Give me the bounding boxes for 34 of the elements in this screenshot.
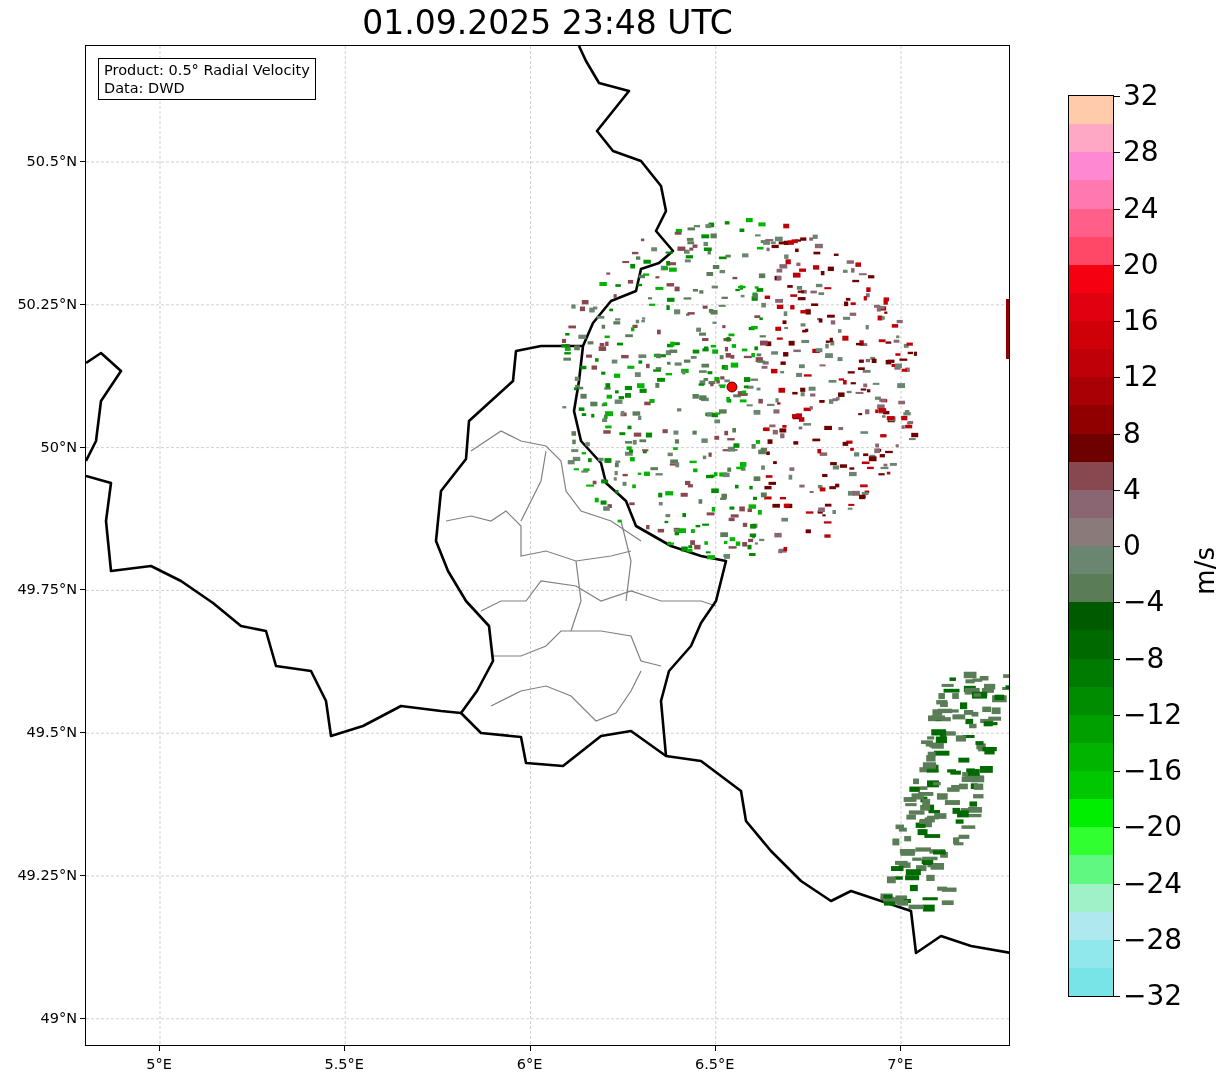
colorbar-tick-label: 8	[1123, 418, 1141, 449]
legend-text: Product: 0.5° Radial Velocity	[104, 61, 310, 79]
colorbar-tick-label: −24	[1123, 868, 1183, 899]
colorbar-tick-label: 20	[1123, 249, 1159, 280]
latitude-label: 50°N	[40, 438, 77, 455]
colorbar-tick-label: 12	[1123, 362, 1159, 393]
longitude-label: 5.5°E	[324, 1055, 364, 1074]
colorbar-tick-label: −16	[1123, 756, 1183, 786]
colorbar-tick-label: 0	[1123, 531, 1141, 561]
colorbar-tick-label: −8	[1123, 643, 1165, 674]
longitude-label: 5°E	[146, 1055, 172, 1074]
colorbar-tick-label: 24	[1123, 193, 1159, 224]
colorbar-tick-label: 4	[1123, 474, 1141, 505]
latitude-label: 49°N	[40, 1009, 77, 1026]
colorbar-tick-label: 16	[1123, 306, 1159, 336]
radar-site-marker	[726, 381, 738, 393]
legend-text: Data: DWD	[104, 79, 186, 97]
latitude-label: 50.5°N	[26, 153, 77, 169]
colorbar-tick-label: 28	[1123, 137, 1159, 168]
colorbar-tick-label: 32	[1123, 81, 1159, 111]
colorbar-label: m/s	[1189, 546, 1221, 595]
longitude-label: 7°E	[887, 1055, 913, 1074]
colorbar-tick-label: −32	[1123, 981, 1183, 1011]
latitude-label: 50.25°N	[17, 295, 77, 312]
latitude-label: 49.25°N	[17, 867, 77, 883]
colorbar-tick-label: −28	[1123, 924, 1183, 955]
longitude-label: 6.5°E	[695, 1055, 735, 1074]
colorbar-tick-label: −12	[1123, 699, 1183, 730]
colorbar-tick-label: −20	[1123, 812, 1183, 843]
longitude-label: 6°E	[516, 1055, 543, 1074]
latitude-label: 49.75°N	[17, 581, 77, 598]
latitude-label: 49.5°N	[26, 724, 77, 741]
colorbar-tick-label: −4	[1123, 587, 1165, 618]
chart-title: 01.09.2025 23:48 UTC	[361, 2, 734, 44]
